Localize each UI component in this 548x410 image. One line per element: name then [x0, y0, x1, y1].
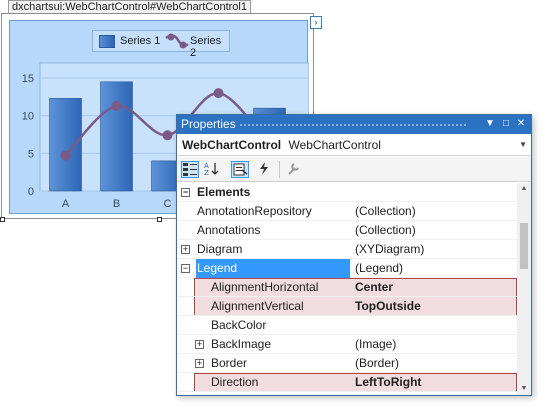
maximize-icon[interactable]: □: [499, 117, 513, 131]
property-value[interactable]: Center: [355, 278, 515, 297]
properties-icon[interactable]: [231, 161, 249, 178]
property-name: AnnotationRepository: [197, 204, 312, 218]
y-tick-label-0: 0: [28, 186, 34, 198]
property-value[interactable]: [355, 183, 515, 202]
property-value[interactable]: (XYDiagram): [355, 240, 515, 259]
property-name: BackColor: [211, 318, 267, 332]
property-value[interactable]: (Collection): [355, 221, 515, 240]
series-1-swatch: [99, 35, 115, 48]
collapse-icon[interactable]: −: [181, 188, 190, 197]
object-selector[interactable]: WebChartControl WebChartControl ▼: [177, 134, 531, 156]
row-gutter: [177, 354, 195, 373]
y-tick-label-1: 5: [28, 148, 34, 160]
property-name: Elements: [197, 185, 251, 199]
bar-series1-B: [100, 81, 133, 192]
property-row[interactable]: AlignmentVertical TopOutside: [177, 297, 517, 316]
properties-title-bar[interactable]: Properties ▼ □ ✕: [177, 115, 531, 134]
property-name: AlignmentHorizontal: [211, 280, 319, 294]
property-name: Direction: [211, 375, 259, 389]
control-id-tag: dxchartsui:WebChartControl#WebChartContr…: [8, 0, 251, 14]
property-name: Legend: [196, 259, 350, 278]
property-name: BackImage: [211, 337, 272, 351]
property-name: AlignmentVertical: [211, 299, 304, 313]
resize-handle-bottom[interactable]: [157, 217, 162, 222]
row-gutter: [177, 335, 195, 354]
row-gutter: [177, 297, 195, 316]
scroll-thumb[interactable]: [520, 223, 528, 269]
dropdown-icon[interactable]: ▼: [483, 117, 497, 131]
legend-series-1-label: Series 1: [120, 35, 161, 47]
chart-legend[interactable]: Series 1 Series 2: [92, 30, 230, 59]
object-type: WebChartControl: [288, 138, 381, 152]
point-series2-C: [162, 130, 173, 141]
property-row[interactable]: Annotations (Collection): [177, 221, 517, 240]
series-2-swatch: [165, 33, 189, 49]
expand-icon[interactable]: +: [181, 245, 190, 254]
alphabetical-icon[interactable]: AZ: [203, 161, 221, 178]
property-name: Diagram: [197, 242, 243, 256]
scroll-down-icon[interactable]: ▼: [517, 383, 531, 395]
property-grid-scrollbar[interactable]: ▲ ▼: [517, 183, 531, 395]
point-series2-A: [60, 150, 71, 161]
property-row[interactable]: AlignmentHorizontal Center: [177, 278, 517, 297]
x-tick-label-B: B: [113, 198, 120, 210]
chevron-down-icon[interactable]: ▼: [519, 134, 527, 156]
property-row[interactable]: AnnotationRepository (Collection): [177, 202, 517, 221]
object-name: WebChartControl: [182, 138, 282, 152]
property-value[interactable]: [355, 316, 515, 335]
property-pages-icon[interactable]: [285, 161, 303, 178]
property-name: Border: [211, 356, 248, 370]
properties-window[interactable]: Properties ▼ □ ✕ WebChartControl WebChar…: [176, 114, 532, 396]
x-tick-label-A: A: [62, 198, 70, 210]
property-row[interactable]: − Legend (Legend): [177, 259, 517, 278]
bar-series1-A: [49, 98, 82, 192]
legend-series-2-label: Series 2: [190, 35, 222, 59]
properties-toolbar: AZ: [177, 157, 531, 182]
property-value[interactable]: LeftToRight: [355, 373, 515, 392]
property-category[interactable]: − Elements: [177, 183, 517, 202]
row-gutter: [177, 221, 195, 240]
row-gutter: [177, 202, 195, 221]
y-tick-label-2: 10: [22, 111, 34, 123]
title-grip: [239, 123, 467, 127]
property-name: Annotations: [197, 223, 261, 237]
x-tick-label-C: C: [164, 198, 172, 210]
property-value[interactable]: (Image): [355, 335, 515, 354]
property-value[interactable]: (Border): [355, 354, 515, 373]
collapse-icon[interactable]: −: [181, 264, 190, 273]
property-value[interactable]: (Collection): [355, 202, 515, 221]
property-value[interactable]: TopOutside: [355, 297, 515, 316]
smart-tag-button[interactable]: ›: [310, 16, 322, 29]
row-gutter: [177, 316, 195, 335]
property-row[interactable]: BackColor: [177, 316, 517, 335]
property-row[interactable]: + Border (Border): [177, 354, 517, 373]
property-row[interactable]: + BackImage (Image): [177, 335, 517, 354]
categorized-icon[interactable]: [181, 161, 199, 178]
property-row[interactable]: + Diagram (XYDiagram): [177, 240, 517, 259]
row-gutter: [177, 278, 195, 297]
property-row[interactable]: Direction LeftToRight: [177, 373, 517, 392]
property-grid[interactable]: − Elements AnnotationRepository (Collection…: [177, 183, 517, 395]
point-series2-D: [213, 88, 224, 99]
y-tick-label-3: 15: [22, 73, 34, 85]
svg-text:Z: Z: [204, 169, 209, 176]
toolbar-separator: [279, 161, 280, 178]
resize-handle-bottom-left[interactable]: [0, 217, 5, 222]
scroll-up-icon[interactable]: ▲: [517, 183, 531, 195]
property-value[interactable]: (Legend): [355, 259, 515, 278]
properties-title: Properties: [181, 117, 236, 131]
close-icon[interactable]: ✕: [514, 117, 528, 131]
point-series2-B: [111, 100, 122, 111]
row-gutter: [177, 373, 195, 392]
events-icon[interactable]: [255, 161, 273, 178]
